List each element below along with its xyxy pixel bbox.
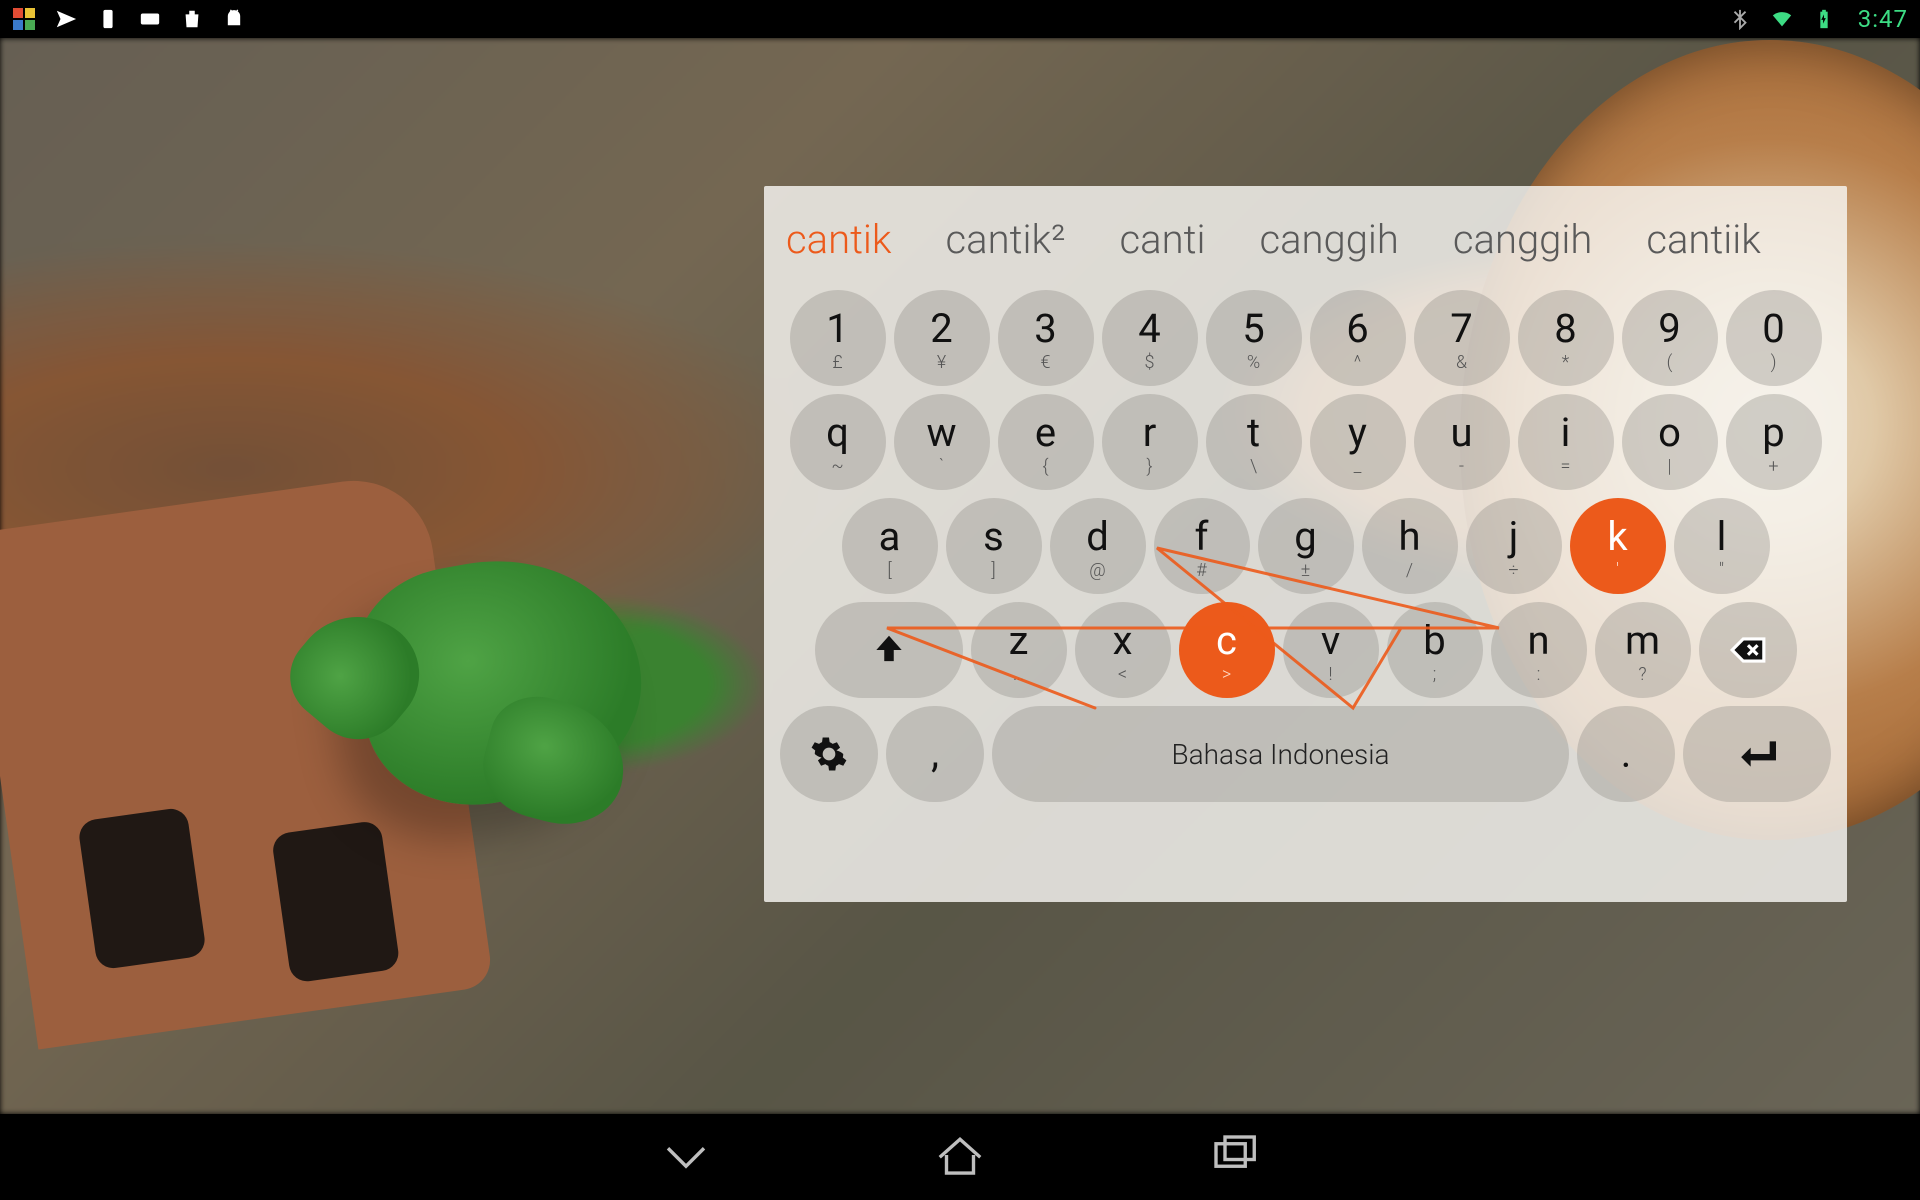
key-2[interactable]: 2¥ bbox=[894, 290, 990, 386]
key-1[interactable]: 1£ bbox=[790, 290, 886, 386]
back-button[interactable] bbox=[659, 1128, 713, 1186]
key-a[interactable]: a[ bbox=[842, 498, 938, 594]
key-v[interactable]: v! bbox=[1283, 602, 1379, 698]
key-c[interactable]: c> bbox=[1179, 602, 1275, 698]
key-x[interactable]: x< bbox=[1075, 602, 1171, 698]
asdf-row: a[s]d@f#g±h/j÷k'l" bbox=[780, 498, 1831, 594]
key-q[interactable]: q~ bbox=[790, 394, 886, 490]
key-w[interactable]: w` bbox=[894, 394, 990, 490]
store-icon bbox=[180, 7, 204, 31]
home-button[interactable] bbox=[933, 1128, 987, 1186]
status-clock: 3:47 bbox=[1858, 5, 1908, 33]
key-e[interactable]: e{ bbox=[998, 394, 1094, 490]
key-m[interactable]: m? bbox=[1595, 602, 1691, 698]
app-grid-icon bbox=[12, 7, 36, 31]
key-0[interactable]: 0) bbox=[1726, 290, 1822, 386]
suggestion-item[interactable]: canggih bbox=[1259, 216, 1398, 263]
keyboard-icon bbox=[138, 7, 162, 31]
suggestion-item[interactable]: canggih bbox=[1453, 216, 1592, 263]
period-key[interactable]: . bbox=[1577, 706, 1675, 802]
keyboard-panel: cantik cantik² canti canggih canggih can… bbox=[764, 186, 1847, 902]
suggestion-primary[interactable]: cantik bbox=[786, 216, 892, 263]
number-row: 1£2¥3€4$5%6^7&8*9(0) bbox=[780, 290, 1831, 386]
enter-key[interactable] bbox=[1683, 706, 1831, 802]
navigation-bar bbox=[0, 1114, 1920, 1200]
battery-icon bbox=[1812, 7, 1836, 31]
zxcv-row: z…x<c>v!b;n:m? bbox=[780, 602, 1831, 698]
wifi-icon bbox=[1770, 7, 1794, 31]
key-k[interactable]: k' bbox=[1570, 498, 1666, 594]
suggestion-item[interactable]: cantiik bbox=[1646, 216, 1761, 263]
key-p[interactable]: p+ bbox=[1726, 394, 1822, 490]
bluetooth-icon bbox=[1728, 7, 1752, 31]
send-icon bbox=[54, 7, 78, 31]
comma-key[interactable]: , bbox=[886, 706, 984, 802]
suggestion-item[interactable]: canti bbox=[1120, 216, 1206, 263]
key-d[interactable]: d@ bbox=[1050, 498, 1146, 594]
key-g[interactable]: g± bbox=[1258, 498, 1354, 594]
shift-key[interactable] bbox=[815, 602, 963, 698]
device-icon bbox=[96, 7, 120, 31]
android-icon bbox=[222, 7, 246, 31]
space-key[interactable]: Bahasa Indonesia bbox=[992, 706, 1569, 802]
key-s[interactable]: s] bbox=[946, 498, 1042, 594]
key-t[interactable]: t\ bbox=[1206, 394, 1302, 490]
backspace-key[interactable] bbox=[1699, 602, 1797, 698]
recents-button[interactable] bbox=[1207, 1128, 1261, 1186]
key-i[interactable]: i= bbox=[1518, 394, 1614, 490]
key-j[interactable]: j÷ bbox=[1466, 498, 1562, 594]
key-r[interactable]: r} bbox=[1102, 394, 1198, 490]
key-f[interactable]: f# bbox=[1154, 498, 1250, 594]
key-h[interactable]: h/ bbox=[1362, 498, 1458, 594]
bottom-row: ,Bahasa Indonesia. bbox=[780, 706, 1831, 802]
status-bar: 3:47 bbox=[0, 0, 1920, 38]
key-8[interactable]: 8* bbox=[1518, 290, 1614, 386]
key-3[interactable]: 3€ bbox=[998, 290, 1094, 386]
key-n[interactable]: n: bbox=[1491, 602, 1587, 698]
suggestion-item[interactable]: cantik² bbox=[946, 216, 1066, 263]
key-l[interactable]: l" bbox=[1674, 498, 1770, 594]
key-u[interactable]: u- bbox=[1414, 394, 1510, 490]
key-4[interactable]: 4$ bbox=[1102, 290, 1198, 386]
key-7[interactable]: 7& bbox=[1414, 290, 1510, 386]
suggestion-strip: cantik cantik² canti canggih canggih can… bbox=[780, 196, 1831, 282]
qwerty-row: q~w`e{r}t\y_u-i=o|p+ bbox=[780, 394, 1831, 490]
key-o[interactable]: o| bbox=[1622, 394, 1718, 490]
key-z[interactable]: z… bbox=[971, 602, 1067, 698]
key-y[interactable]: y_ bbox=[1310, 394, 1406, 490]
key-b[interactable]: b; bbox=[1387, 602, 1483, 698]
settings-key[interactable] bbox=[780, 706, 878, 802]
key-6[interactable]: 6^ bbox=[1310, 290, 1406, 386]
key-9[interactable]: 9( bbox=[1622, 290, 1718, 386]
key-5[interactable]: 5% bbox=[1206, 290, 1302, 386]
